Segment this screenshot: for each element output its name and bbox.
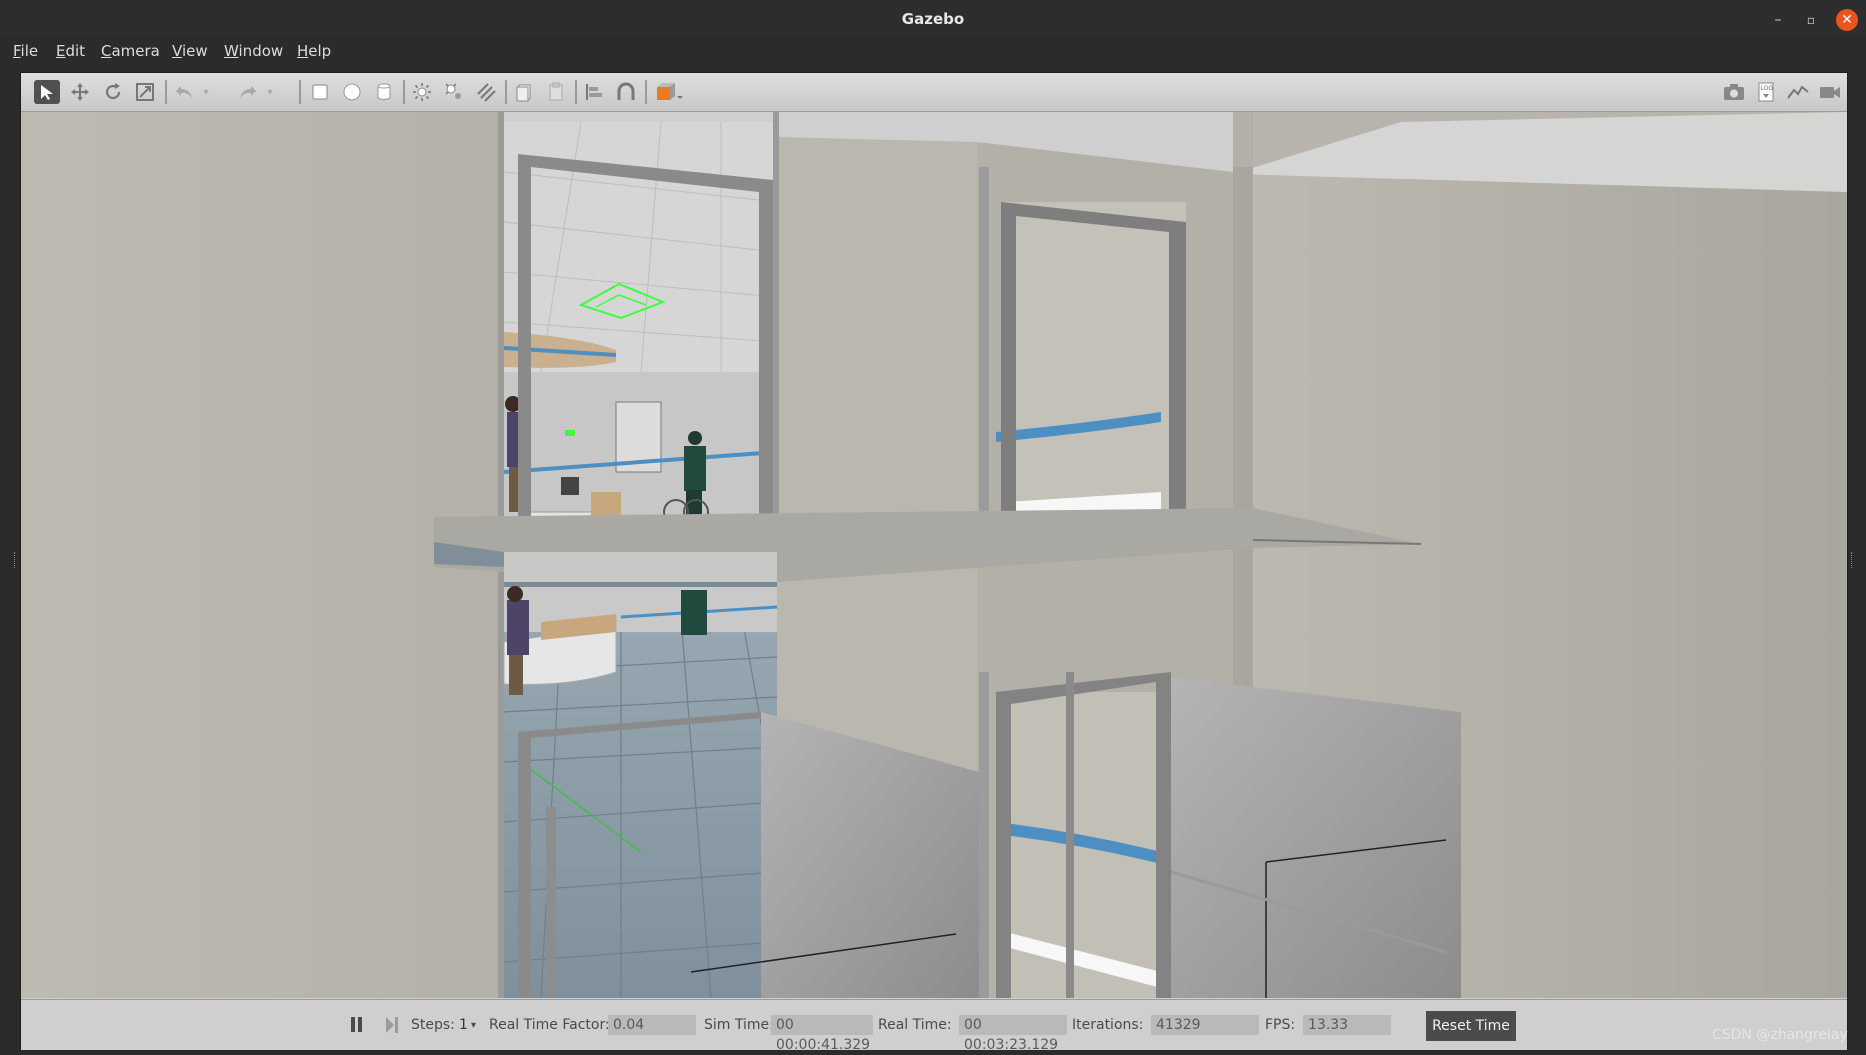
scale-icon[interactable] xyxy=(132,80,158,104)
window-title: Gazebo xyxy=(901,10,965,28)
sim-time-label: Sim Time: xyxy=(704,1017,774,1033)
real-time-factor-field: 0.04 xyxy=(608,1015,696,1035)
paste-icon[interactable] xyxy=(543,80,569,104)
svg-text:LOG: LOG xyxy=(1761,85,1774,92)
toolbar-separator xyxy=(575,80,577,104)
sim-time-field: 00 00:00:41.329 xyxy=(771,1015,873,1053)
log-icon[interactable]: LOG xyxy=(1753,80,1779,104)
select-mode-icon[interactable] xyxy=(34,80,60,104)
maximize-button[interactable]: ▫ xyxy=(1800,9,1822,31)
real-time-label: Real Time: xyxy=(878,1017,952,1033)
directional-light-icon[interactable] xyxy=(473,80,499,104)
snap-icon[interactable] xyxy=(613,80,639,104)
menu-edit[interactable]: Edit xyxy=(56,42,85,60)
close-button[interactable]: ✕ xyxy=(1836,9,1858,31)
menu-help[interactable]: Help xyxy=(297,42,331,60)
cylinder-shape-icon[interactable] xyxy=(371,80,397,104)
real-time-field: 00 00:03:23.129 xyxy=(959,1015,1067,1053)
rotate-icon[interactable] xyxy=(100,80,126,104)
left-panel-grip[interactable] xyxy=(14,552,18,568)
align-icon[interactable] xyxy=(581,80,607,104)
minimize-button[interactable]: – xyxy=(1767,9,1789,31)
menu-camera[interactable]: Camera xyxy=(101,42,160,60)
sphere-shape-icon[interactable] xyxy=(339,80,365,104)
steps-value[interactable]: 1 xyxy=(459,1017,468,1033)
menu-window[interactable]: Window xyxy=(224,42,283,60)
steps-dropdown-icon[interactable]: ▾ xyxy=(471,1020,476,1031)
undo-icon[interactable] xyxy=(171,80,197,104)
menu-view[interactable]: View xyxy=(172,42,208,60)
right-panel-grip[interactable] xyxy=(1851,552,1855,568)
point-light-icon[interactable] xyxy=(409,80,435,104)
status-bar: Steps: 1 ▾ Real Time Factor: 0.04 Sim Ti… xyxy=(21,999,1847,1053)
translate-icon[interactable] xyxy=(67,80,93,104)
fps-field: 13.33 xyxy=(1303,1015,1391,1035)
real-time-factor-label: Real Time Factor: xyxy=(489,1017,610,1033)
spot-light-icon[interactable] xyxy=(441,80,467,104)
screenshot-icon[interactable] xyxy=(1721,80,1747,104)
step-icon[interactable] xyxy=(385,1016,401,1034)
plot-icon[interactable] xyxy=(1785,80,1811,104)
menu-bar: File Edit Camera View Window Help xyxy=(0,38,1866,66)
fps-label: FPS: xyxy=(1265,1017,1296,1033)
video-record-icon[interactable] xyxy=(1817,80,1843,104)
redo-dropdown-icon[interactable]: ▾ xyxy=(263,80,277,104)
undo-dropdown-icon[interactable]: ▾ xyxy=(199,80,213,104)
toolbar-separator xyxy=(645,80,647,104)
toolbar-separator xyxy=(165,80,167,104)
iterations-field: 41329 xyxy=(1151,1015,1259,1035)
toolbar-separator xyxy=(505,80,507,104)
3d-viewport[interactable] xyxy=(21,112,1847,998)
steps-label: Steps: xyxy=(411,1017,455,1033)
copy-icon[interactable] xyxy=(511,80,537,104)
main-frame: ▾ ▾ LOG Steps: 1 ▾ Real Time Factor: 0.0… xyxy=(20,72,1848,1053)
toolbar: ▾ ▾ LOG xyxy=(21,73,1847,112)
iterations-label: Iterations: xyxy=(1072,1017,1144,1033)
toolbar-separator xyxy=(403,80,405,104)
title-bar: Gazebo – ▫ ✕ xyxy=(0,0,1866,38)
pause-icon[interactable] xyxy=(350,1016,364,1034)
view-angle-icon[interactable] xyxy=(651,80,687,104)
toolbar-separator xyxy=(299,80,301,104)
menu-file[interactable]: File xyxy=(13,42,38,60)
scene-render xyxy=(21,112,1847,998)
redo-icon[interactable] xyxy=(235,80,261,104)
reset-time-button[interactable]: Reset Time xyxy=(1426,1011,1516,1041)
box-shape-icon[interactable] xyxy=(307,80,333,104)
gazebo-window: Gazebo – ▫ ✕ File Edit Camera View Windo… xyxy=(0,0,1866,1055)
watermark: CSDN @zhangrelay xyxy=(1712,1027,1848,1043)
